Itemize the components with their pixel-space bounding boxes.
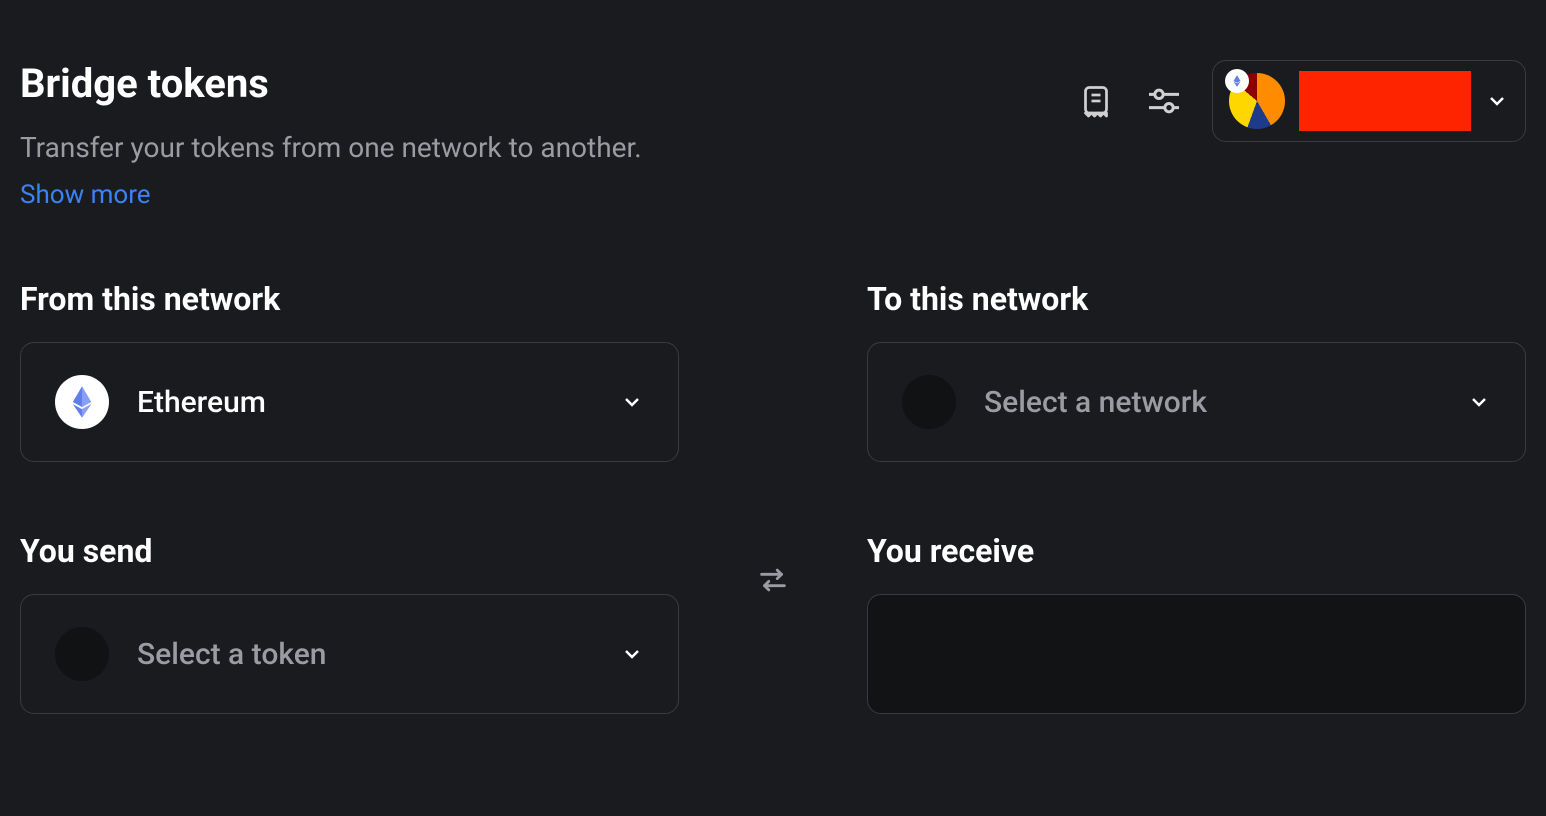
show-more-link[interactable]: Show more — [20, 180, 151, 210]
you-send-label: You send — [20, 532, 679, 570]
from-network-selector[interactable]: Ethereum — [20, 342, 679, 462]
account-address-redacted — [1299, 71, 1471, 131]
account-selector[interactable] — [1212, 60, 1526, 142]
page-subtitle: Transfer your tokens from one network to… — [20, 131, 1076, 164]
you-receive-label: You receive — [867, 532, 1526, 570]
to-network-placeholder: Select a network — [984, 385, 1207, 420]
swap-direction-button[interactable] — [753, 560, 793, 600]
from-network-value: Ethereum — [137, 385, 266, 420]
token-placeholder-icon — [55, 627, 109, 681]
from-network-label: From this network — [20, 280, 679, 318]
chevron-down-icon — [1467, 390, 1491, 414]
chevron-down-icon — [620, 642, 644, 666]
send-token-selector[interactable]: Select a token — [20, 594, 679, 714]
ethereum-icon — [55, 375, 109, 429]
chevron-down-icon — [1485, 89, 1509, 113]
settings-sliders-icon[interactable] — [1144, 81, 1184, 121]
receive-output — [867, 594, 1526, 714]
network-placeholder-icon — [902, 375, 956, 429]
page-title: Bridge tokens — [20, 60, 1076, 107]
account-avatar — [1229, 73, 1285, 129]
to-network-selector[interactable]: Select a network — [867, 342, 1526, 462]
to-network-label: To this network — [867, 280, 1526, 318]
ethereum-badge-icon — [1225, 69, 1249, 93]
send-token-placeholder: Select a token — [137, 637, 326, 672]
receipt-icon[interactable] — [1076, 81, 1116, 121]
chevron-down-icon — [620, 390, 644, 414]
